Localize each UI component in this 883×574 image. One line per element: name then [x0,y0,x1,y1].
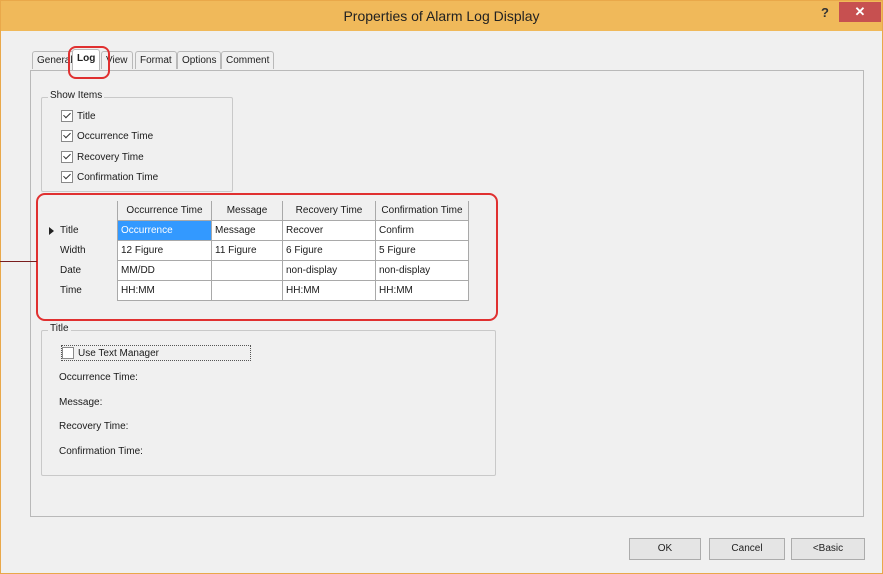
confirmation-time-field-label: Confirmation Time: [59,446,143,457]
cancel-button[interactable]: Cancel [709,538,785,560]
close-button[interactable]: ✕ [839,2,881,22]
checkbox-checked-icon[interactable] [61,130,73,142]
help-button[interactable]: ? [813,3,837,25]
tab-format[interactable]: Format [135,51,177,69]
grid-highlight-callout [36,193,498,321]
checkbox-checked-icon[interactable] [61,151,73,163]
occurrence-time-field-label: Occurrence Time: [59,372,138,383]
confirmation-time-checkbox-label: Confirmation Time [77,171,159,183]
use-text-manager-checkbox[interactable]: Use Text Manager [61,345,251,361]
use-text-manager-label: Use Text Manager [78,347,159,359]
window-title: Properties of Alarm Log Display [343,8,540,24]
confirmation-time-checkbox[interactable]: Confirmation Time [61,170,158,184]
show-items-label: Show Items [48,90,105,101]
recovery-time-checkbox[interactable]: Recovery Time [61,150,144,164]
checkbox-unchecked-icon[interactable] [62,347,74,359]
message-field-label: Message: [59,397,103,408]
ok-button[interactable]: OK [629,538,701,560]
basic-button[interactable]: <Basic [791,538,865,560]
title-bar: Properties of Alarm Log Display ? ✕ [1,1,882,31]
recovery-time-field-label: Recovery Time: [59,421,129,432]
checkbox-checked-icon[interactable] [61,171,73,183]
title-checkbox[interactable]: Title [61,109,96,123]
title-checkbox-label: Title [77,110,96,122]
occurrence-time-checkbox-label: Occurrence Time [77,130,154,142]
checkbox-checked-icon[interactable] [61,110,73,122]
tab-log[interactable]: Log [72,49,101,70]
occurrence-time-checkbox[interactable]: Occurrence Time [61,129,153,143]
title-group-label: Title [48,323,71,334]
recovery-time-checkbox-label: Recovery Time [77,151,144,163]
callout-leader-line [0,261,37,262]
tab-options[interactable]: Options [177,51,222,69]
tab-comment[interactable]: Comment [221,51,275,69]
